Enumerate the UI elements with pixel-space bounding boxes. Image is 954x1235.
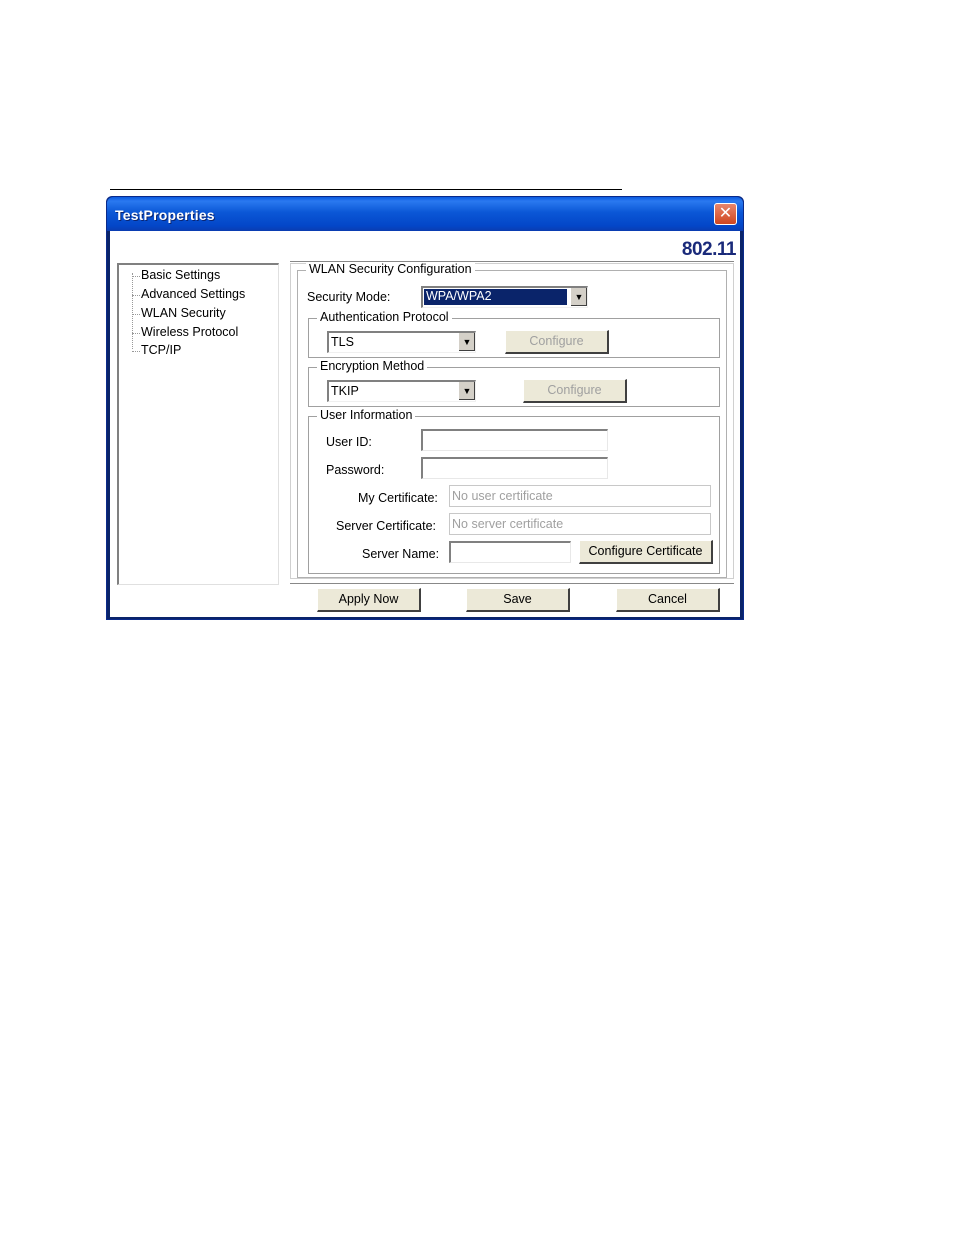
security-mode-value: WPA/WPA2 — [424, 289, 567, 305]
encryption-configure-button[interactable]: Configure — [523, 379, 627, 403]
document-top-rule — [110, 189, 622, 190]
tree-item-wlan-security[interactable]: WLAN Security — [132, 306, 226, 320]
security-mode-label: Security Mode: — [307, 290, 391, 304]
user-id-input[interactable] — [421, 429, 608, 451]
tree-item-wireless-protocol[interactable]: Wireless Protocol — [131, 325, 238, 339]
tree-item-advanced-settings[interactable]: Advanced Settings — [131, 287, 245, 301]
wlan-security-panel: WLAN Security Configuration Security Mod… — [290, 262, 734, 579]
encryption-method-group-label: Encryption Method — [317, 359, 428, 373]
server-name-label: Server Name: — [362, 547, 440, 561]
window-title: TestProperties — [115, 207, 215, 223]
tree-connector — [132, 273, 133, 349]
server-name-input[interactable] — [449, 541, 571, 563]
window-client-area: 802.11 Basic Settings Advanced Settings … — [110, 231, 740, 617]
brand-logo-802-11: 802.11 — [681, 239, 737, 260]
auth-protocol-select[interactable]: TLS ▼ — [327, 331, 476, 353]
server-certificate-field — [449, 513, 711, 535]
password-label: Password: — [326, 463, 385, 477]
save-button[interactable]: Save — [466, 588, 570, 612]
auth-protocol-group-label: Authentication Protocol — [317, 310, 452, 324]
encryption-method-select[interactable]: TKIP ▼ — [327, 380, 476, 402]
close-icon[interactable]: ✕ — [714, 203, 737, 225]
auth-configure-button[interactable]: Configure — [505, 330, 609, 354]
security-mode-select[interactable]: WPA/WPA2 ▼ — [421, 286, 588, 308]
server-certificate-label: Server Certificate: — [336, 519, 437, 533]
user-id-label: User ID: — [326, 435, 372, 449]
apply-now-button[interactable]: Apply Now — [317, 588, 421, 612]
my-certificate-label: My Certificate: — [358, 491, 438, 505]
tree-item-basic-settings[interactable]: Basic Settings — [131, 268, 220, 282]
chevron-down-icon[interactable]: ▼ — [458, 333, 475, 351]
wlan-security-group-label: WLAN Security Configuration — [306, 262, 475, 276]
cancel-button[interactable]: Cancel — [616, 588, 720, 612]
encryption-method-value: TKIP — [331, 384, 359, 398]
footer-divider — [290, 583, 734, 584]
chevron-down-icon[interactable]: ▼ — [458, 382, 475, 400]
configure-certificate-button[interactable]: Configure Certificate — [579, 540, 713, 564]
password-input[interactable] — [421, 457, 608, 479]
chevron-down-icon[interactable]: ▼ — [570, 288, 587, 306]
my-certificate-field — [449, 485, 711, 507]
properties-window: TestProperties ✕ 802.11 Basic Settings A… — [106, 196, 744, 620]
auth-protocol-value: TLS — [331, 335, 354, 349]
settings-tree: Basic Settings Advanced Settings WLAN Se… — [117, 263, 279, 585]
tree-item-tcp-ip[interactable]: TCP/IP — [131, 343, 181, 357]
title-bar[interactable]: TestProperties ✕ — [107, 197, 743, 231]
user-information-group-label: User Information — [317, 408, 416, 422]
